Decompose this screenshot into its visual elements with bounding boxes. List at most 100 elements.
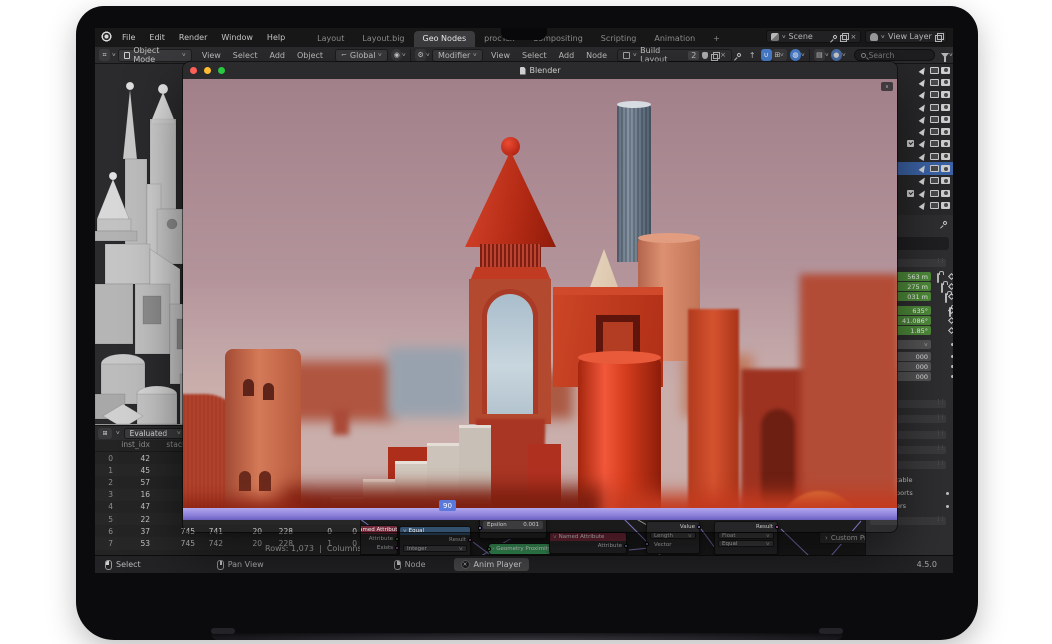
hide-render-icon[interactable] [941,116,950,123]
viewport-menu-item[interactable]: Object [291,51,329,60]
mode-dropdown[interactable]: Object Mode ∨ [118,49,192,62]
topbar-menu-item[interactable]: Help [260,33,292,42]
selectable-cursor-icon[interactable] [919,90,928,99]
node-tree-selector[interactable]: ∨ Build Layout 2 × [617,49,732,62]
unlink-icon[interactable]: × [720,51,726,59]
topbar-menu-item[interactable]: File [115,33,142,42]
selectable-cursor-icon[interactable] [919,66,928,75]
viewport-menu-item[interactable]: View [196,51,227,60]
hide-render-icon[interactable] [941,79,950,86]
keyframe-icon[interactable] [948,293,953,300]
node-menu-item[interactable]: Add [553,51,581,60]
keyframe-icon[interactable] [948,327,953,334]
window-titlebar[interactable]: Blender [183,62,897,79]
hide-render-icon[interactable] [941,202,950,209]
workspace-tab[interactable]: Scripting [592,31,646,47]
hide-viewport-icon[interactable] [930,67,939,74]
snap-with-dropdown[interactable]: ⊞∨ [772,49,787,61]
spreadsheet-icon[interactable]: ⊞ [98,428,112,439]
copy-node-tree-icon[interactable] [711,52,717,59]
selectable-cursor-icon[interactable] [919,78,928,87]
animate-dot[interactable] [951,355,953,358]
hide-render-icon[interactable] [941,177,950,184]
socket[interactable] [468,538,472,542]
render-window[interactable]: Blender [183,62,897,532]
snap-magnet-icon[interactable]: ∪ [761,49,772,61]
hide-render-icon[interactable] [941,104,950,111]
animate-dot[interactable] [951,365,953,368]
animate-dot[interactable] [951,343,953,346]
checkbox-icon[interactable] [907,140,914,147]
column-header-inst-idx[interactable]: inst_idx [95,440,150,451]
go-to-parent-icon[interactable]: ↑ [749,51,756,60]
editor-type-icon[interactable]: ⌗ [99,49,110,61]
playback-progress-bar[interactable] [183,508,897,520]
viewport-menu-item[interactable]: Add [263,51,291,60]
hide-render-icon[interactable] [941,165,950,172]
blender-logo-icon[interactable] [100,31,113,44]
selectable-cursor-icon[interactable] [919,176,928,185]
node-header[interactable]: ›Geometry Proximity [489,544,551,554]
stop-icon[interactable]: × [461,560,470,569]
new-layer-icon[interactable] [935,33,942,40]
topbar-menu-item[interactable]: Window [214,33,260,42]
topbar-menu-item[interactable]: Edit [142,33,172,42]
node-header[interactable]: ∨Named Attribute [550,533,626,541]
shading-sphere-icon[interactable]: ● [831,49,842,61]
node-mode-dropdown[interactable]: Modifier ∨ [432,49,483,62]
close-icon[interactable]: × [850,33,856,41]
node-menu-item[interactable]: Select [516,51,553,60]
workspace-tab[interactable]: Layout [308,31,353,47]
workspace-tab[interactable]: Layout.big [353,31,413,47]
keyframe-icon[interactable] [948,273,953,280]
selectable-cursor-icon[interactable] [919,115,928,124]
pin-icon[interactable] [833,34,839,40]
animate-dot[interactable] [946,505,949,508]
collapse-header-icon[interactable]: ∨ [881,82,893,91]
dataset-dropdown[interactable]: Evaluated ∨ [124,428,187,439]
outliner-search-input[interactable]: Search [854,49,936,61]
hide-render-icon[interactable] [941,67,950,74]
node-geometry-proximity[interactable]: ›Geometry Proximity [488,543,552,554]
hide-viewport-icon[interactable] [930,91,939,98]
hide-render-icon[interactable] [941,153,950,160]
pin-icon[interactable] [736,52,742,58]
data-type-dropdown[interactable]: Integer∨ [403,545,467,552]
selectable-cursor-icon[interactable] [919,201,928,210]
operation-dropdown[interactable]: Length∨ [650,532,696,539]
users-count-badge[interactable]: 2 [688,51,699,60]
hide-viewport-icon[interactable] [930,177,939,184]
lock-icon[interactable] [937,273,939,283]
node-menu-item[interactable]: View [485,51,516,60]
socket[interactable] [487,547,491,551]
hide-viewport-icon[interactable] [930,79,939,86]
selectable-cursor-icon[interactable] [919,152,928,161]
view-layer-selector[interactable]: ∨ View Layer [865,30,947,43]
anim-player-button[interactable]: × Anim Player [454,558,529,571]
hide-render-icon[interactable] [941,190,950,197]
socket[interactable] [645,542,649,546]
node-named-attribute[interactable]: ∨Named Attribute Attribute [549,532,627,554]
hide-viewport-icon[interactable] [930,104,939,111]
hide-render-icon[interactable] [941,140,950,147]
hide-viewport-icon[interactable] [930,140,939,147]
fake-user-shield-icon[interactable] [702,52,707,59]
checkbox-icon[interactable] [907,190,914,197]
selectable-cursor-icon[interactable] [919,189,928,198]
workspace-tab[interactable]: Geo Nodes [414,31,476,47]
topbar-menu-item[interactable]: Render [172,33,214,42]
hide-viewport-icon[interactable] [930,128,939,135]
animate-dot[interactable] [946,492,949,495]
selectable-cursor-icon[interactable] [919,127,928,136]
selectable-cursor-icon[interactable] [919,164,928,173]
scene-selector[interactable]: ∨ Scene × [766,30,862,43]
keyframe-icon[interactable] [948,317,953,324]
operation-dropdown[interactable]: Equal∨ [718,540,774,547]
new-scene-icon[interactable] [840,33,847,40]
data-type-dropdown[interactable]: Float∨ [718,532,774,539]
animate-dot[interactable] [951,375,953,378]
node-menu-item[interactable]: Node [580,51,613,60]
workspace-tab[interactable]: + [704,31,729,47]
hide-viewport-icon[interactable] [930,153,939,160]
orientation-dropdown[interactable]: ⌐ Global ∨ [335,49,388,62]
